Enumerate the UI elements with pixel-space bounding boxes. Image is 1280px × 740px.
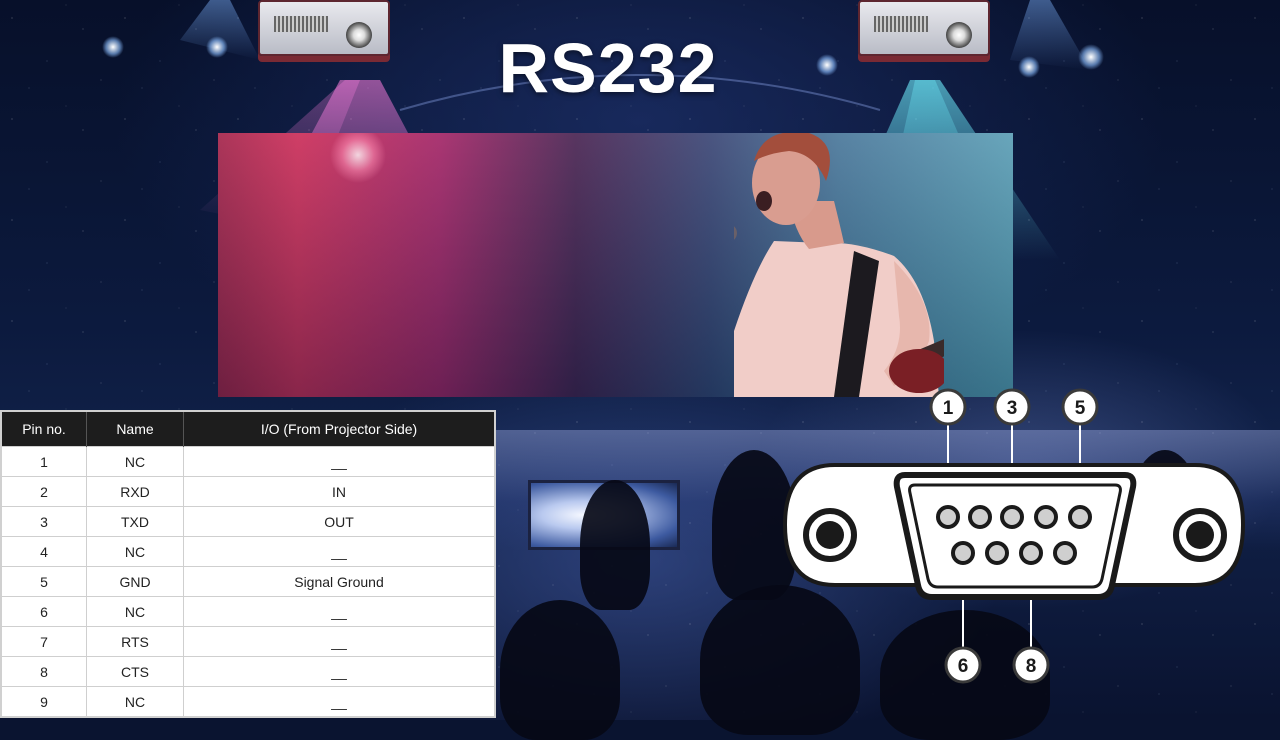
callout-badge-8: 8	[1012, 646, 1050, 684]
cell-io: OUT	[183, 506, 495, 537]
callout-label: 3	[1007, 398, 1018, 419]
cell-name: CTS	[86, 656, 184, 687]
table-row: 8 CTS __	[1, 656, 495, 687]
pin-4	[1034, 505, 1058, 529]
pin-9	[1053, 541, 1077, 565]
cell-name: NC	[86, 686, 184, 717]
cell-pin-no: 5	[1, 566, 87, 597]
pin-6	[951, 541, 975, 565]
cell-pin-no: 9	[1, 686, 87, 717]
pin-5	[1068, 505, 1092, 529]
cell-name: RXD	[86, 476, 184, 507]
cell-name: RTS	[86, 626, 184, 657]
callout-badge-3: 3	[993, 388, 1031, 426]
cell-io: __	[183, 626, 495, 657]
pin-2	[968, 505, 992, 529]
page-title: RS232	[498, 29, 718, 107]
header-name: Name	[86, 411, 184, 447]
db9-connector-diagram: 1 3 5 6 8	[782, 388, 1246, 684]
header-io: I/O (From Projector Side)	[183, 411, 495, 447]
table-row: 3 TXD OUT	[1, 506, 495, 537]
table-row: 7 RTS __	[1, 626, 495, 657]
table-row: 6 NC __	[1, 596, 495, 627]
pin-8	[1019, 541, 1043, 565]
callout-badge-6: 6	[944, 646, 982, 684]
cell-io: __	[183, 656, 495, 687]
pin-7	[985, 541, 1009, 565]
pin-1	[936, 505, 960, 529]
cell-io: __	[183, 596, 495, 627]
table-header-row: Pin no. Name I/O (From Projector Side)	[1, 411, 495, 447]
callout-label: 5	[1075, 398, 1086, 419]
screw-hole-right-inner	[1186, 521, 1214, 549]
pin-3	[1000, 505, 1024, 529]
screw-hole-left-inner	[816, 521, 844, 549]
cell-name: NC	[86, 536, 184, 567]
callout-label: 6	[958, 656, 969, 677]
cell-pin-no: 8	[1, 656, 87, 687]
cell-name: GND	[86, 566, 184, 597]
cell-pin-no: 4	[1, 536, 87, 567]
connector-d-frame-outer	[893, 472, 1137, 600]
audience-silhouette	[580, 480, 650, 610]
cell-io: __	[183, 536, 495, 567]
cell-io: Signal Ground	[183, 566, 495, 597]
cell-name: NC	[86, 596, 184, 627]
table-row: 5 GND Signal Ground	[1, 566, 495, 597]
singer-silhouette	[734, 133, 944, 397]
cell-pin-no: 3	[1, 506, 87, 537]
cell-name: NC	[86, 446, 184, 477]
table-row: 2 RXD IN	[1, 476, 495, 507]
callout-badge-5: 5	[1061, 388, 1099, 426]
projected-screen-image	[218, 133, 1013, 397]
cell-pin-no: 6	[1, 596, 87, 627]
callout-label: 8	[1026, 656, 1037, 677]
audience-silhouette	[500, 600, 620, 740]
table-row: 1 NC __	[1, 446, 495, 477]
cell-name: TXD	[86, 506, 184, 537]
cell-pin-no: 1	[1, 446, 87, 477]
table-row: 4 NC __	[1, 536, 495, 567]
cell-pin-no: 7	[1, 626, 87, 657]
pin-assignment-table: Pin no. Name I/O (From Projector Side) 1…	[0, 410, 496, 718]
table-row: 9 NC __	[1, 686, 495, 717]
cell-io: IN	[183, 476, 495, 507]
header-pin-no: Pin no.	[1, 411, 87, 447]
cell-io: __	[183, 446, 495, 477]
callout-badge-1: 1	[929, 388, 967, 426]
cell-pin-no: 2	[1, 476, 87, 507]
cell-io: __	[183, 686, 495, 717]
callout-label: 1	[943, 398, 954, 419]
